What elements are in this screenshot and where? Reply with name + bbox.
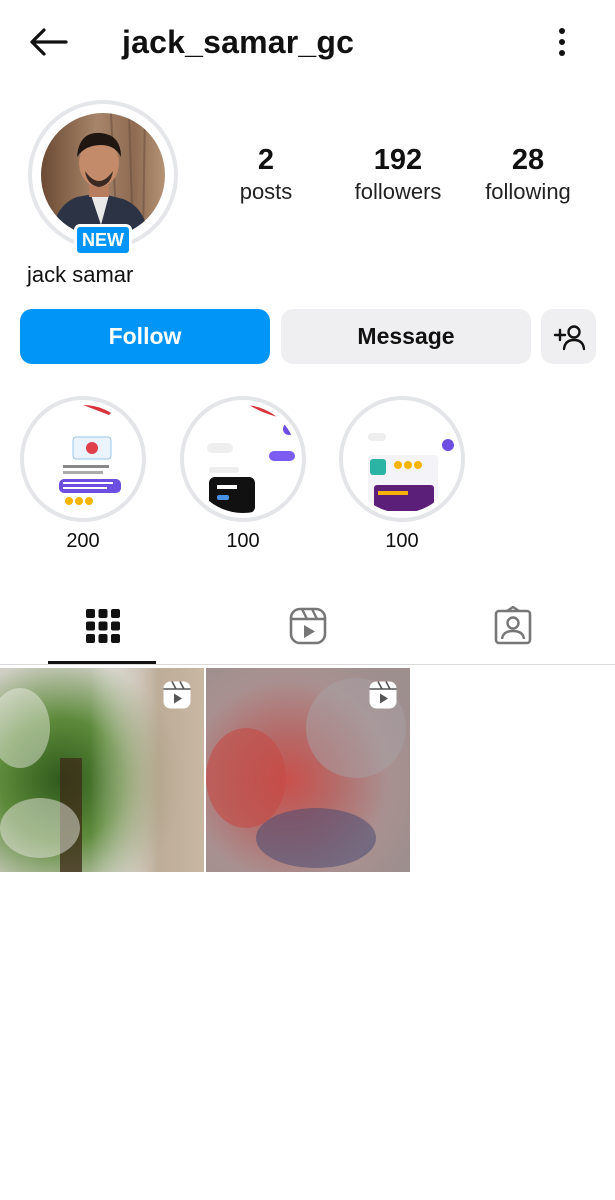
tagged-icon <box>494 606 531 645</box>
back-button[interactable] <box>26 22 70 62</box>
tabs-divider <box>0 664 615 665</box>
more-options-button[interactable] <box>548 22 576 62</box>
profile-username: jack_samar_gc <box>122 24 355 60</box>
tab-reels[interactable] <box>205 590 410 662</box>
active-tab-indicator <box>48 661 156 664</box>
reel-icon <box>369 681 397 709</box>
stat-posts[interactable]: 2 posts <box>226 142 306 206</box>
following-count: 28 <box>511 144 545 176</box>
highlight-ring <box>180 396 306 522</box>
profile-header: jack_samar_gc <box>0 0 615 84</box>
more-vertical-icon <box>559 28 565 56</box>
reel-icon <box>163 681 191 709</box>
posts-label: posts <box>239 179 293 204</box>
following-label: following <box>485 179 571 204</box>
stat-following[interactable]: 28 following <box>470 142 586 206</box>
highlight-cover <box>29 405 137 513</box>
display-name: jack samar <box>27 262 134 287</box>
followers-label: followers <box>354 179 442 204</box>
highlight-label: 100 <box>226 530 260 552</box>
grid-icon <box>85 609 120 643</box>
highlight-label: 200 <box>66 530 100 552</box>
post-thumbnail[interactable] <box>0 668 204 872</box>
reels-icon <box>289 607 326 645</box>
highlight-ring <box>20 396 146 522</box>
avatar <box>41 113 165 237</box>
story-highlight[interactable]: 100 <box>180 396 306 553</box>
stat-followers[interactable]: 192 followers <box>340 142 456 206</box>
add-user-button[interactable] <box>541 309 596 364</box>
followers-count: 192 <box>373 144 423 176</box>
message-button[interactable]: Message <box>281 309 531 364</box>
arrow-left-icon <box>30 28 68 56</box>
post-thumbnail[interactable] <box>206 668 410 872</box>
highlight-label: 100 <box>385 530 419 552</box>
add-user-icon <box>553 324 585 350</box>
follow-button[interactable]: Follow <box>20 309 270 364</box>
story-highlight[interactable]: 200 <box>20 396 146 553</box>
tab-tagged[interactable] <box>410 590 615 662</box>
highlight-ring <box>339 396 465 522</box>
story-highlight[interactable]: 100 <box>339 396 465 553</box>
highlight-cover <box>189 405 297 513</box>
posts-count: 2 <box>257 144 275 176</box>
tab-posts-grid[interactable] <box>0 590 205 662</box>
highlight-cover <box>348 405 456 513</box>
new-badge: NEW <box>74 224 132 256</box>
